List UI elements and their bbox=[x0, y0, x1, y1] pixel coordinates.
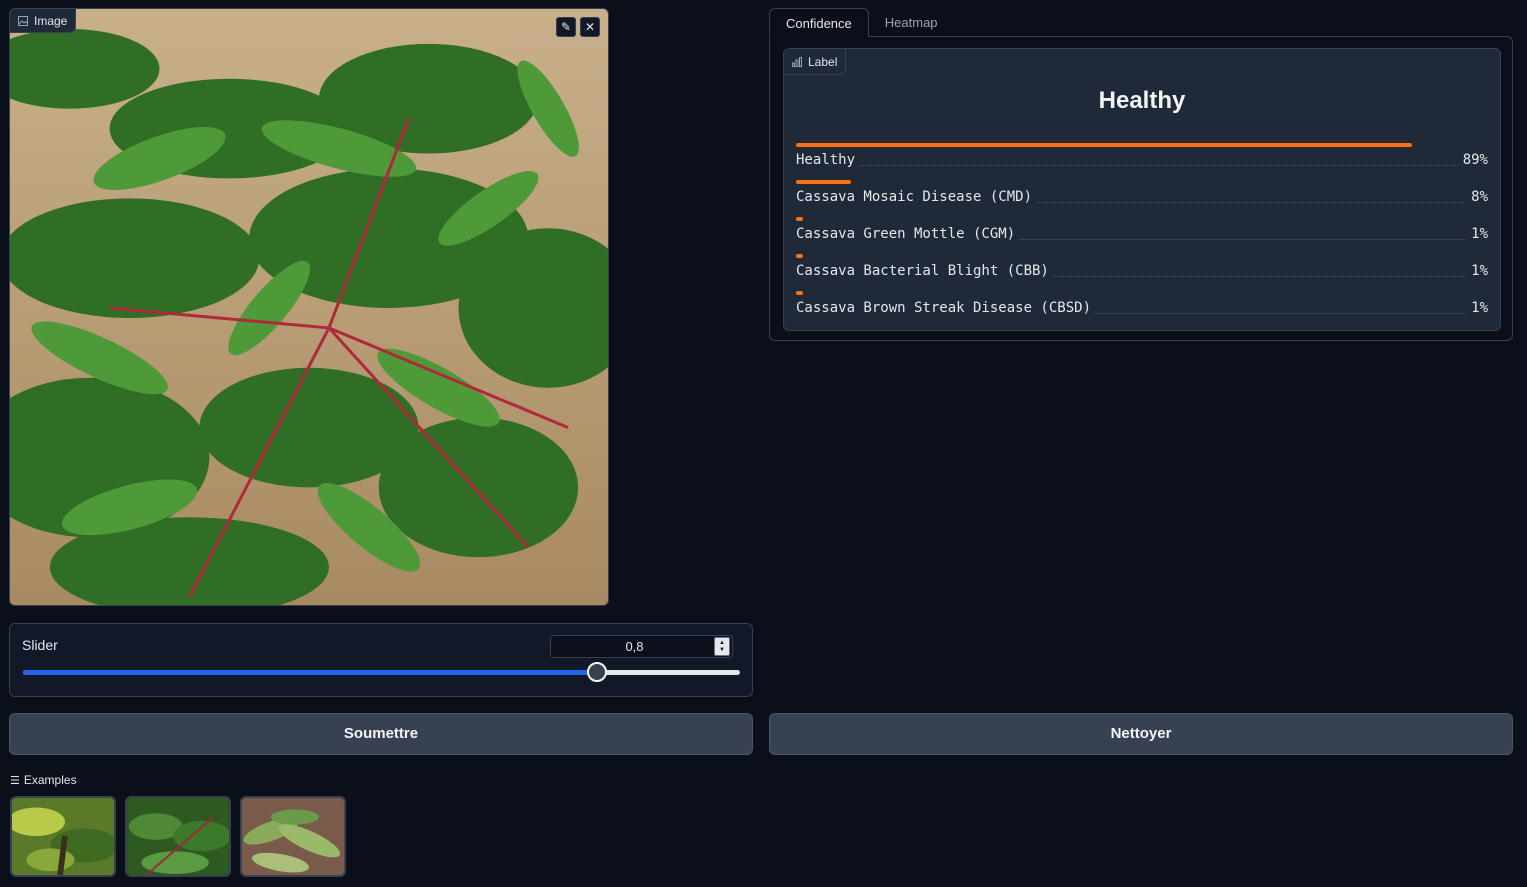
example-image-2 bbox=[127, 798, 229, 875]
tab-confidence[interactable]: Confidence bbox=[769, 8, 869, 37]
confidence-label: Cassava Mosaic Disease (CMD) bbox=[796, 189, 1037, 205]
slider-number-input[interactable]: 0,8 bbox=[550, 635, 733, 658]
confidence-bar bbox=[796, 180, 851, 184]
confidence-value: 89% bbox=[1458, 152, 1488, 168]
spin-down-icon[interactable]: ▼ bbox=[719, 647, 725, 654]
confidence-bar bbox=[796, 254, 803, 258]
confidence-label: Healthy bbox=[796, 152, 860, 168]
image-input-panel[interactable]: Image ✎ ✕ bbox=[9, 8, 609, 606]
example-thumbnail-3[interactable] bbox=[240, 796, 346, 877]
slider-fill bbox=[23, 670, 597, 675]
uploaded-plant-image bbox=[10, 9, 608, 605]
confidence-row[interactable]: Healthy 89% bbox=[796, 143, 1488, 180]
confidence-bar bbox=[796, 291, 803, 295]
example-thumbnail-2[interactable] bbox=[125, 796, 231, 877]
example-image-3 bbox=[242, 798, 344, 875]
number-spinner[interactable]: ▲ ▼ bbox=[714, 637, 730, 656]
examples-label: Examples bbox=[23, 773, 77, 787]
confidence-tab-panel: Label Healthy Healthy 89% Cassava Mosaic… bbox=[769, 36, 1513, 341]
spin-up-icon[interactable]: ▲ bbox=[719, 640, 725, 647]
slider-track[interactable] bbox=[23, 670, 740, 675]
list-icon: ☰ bbox=[10, 774, 20, 787]
image-label-text: Image bbox=[34, 13, 68, 28]
close-icon[interactable]: ✕ bbox=[580, 17, 600, 37]
confidence-row[interactable]: Cassava Green Mottle (CGM) 1% bbox=[796, 217, 1488, 254]
label-badge: Label bbox=[784, 49, 847, 75]
example-thumbnail-1[interactable] bbox=[10, 796, 116, 877]
bar-chart-icon bbox=[792, 56, 802, 67]
example-image-1 bbox=[12, 798, 114, 875]
prediction-title: Healthy bbox=[1098, 87, 1186, 114]
edit-icon[interactable]: ✎ bbox=[556, 17, 576, 37]
slider-thumb[interactable] bbox=[587, 662, 607, 682]
examples-header: ☰ Examples bbox=[10, 773, 77, 787]
submit-button[interactable]: Soumettre bbox=[9, 713, 753, 755]
confidence-value: 8% bbox=[1467, 189, 1488, 205]
confidence-label: Cassava Bacterial Blight (CBB) bbox=[796, 263, 1053, 279]
label-badge-text: Label bbox=[808, 54, 838, 69]
image-icon bbox=[18, 15, 28, 26]
confidence-bar bbox=[796, 143, 1412, 147]
tab-heatmap[interactable]: Heatmap bbox=[869, 8, 954, 37]
confidence-bar bbox=[796, 217, 803, 221]
dotted-leader bbox=[796, 165, 1488, 166]
confidence-row[interactable]: Cassava Mosaic Disease (CMD) 8% bbox=[796, 180, 1488, 217]
confidence-value: 1% bbox=[1467, 226, 1488, 242]
confidence-row[interactable]: Cassava Bacterial Blight (CBB) 1% bbox=[796, 254, 1488, 291]
confidence-label: Cassava Brown Streak Disease (CBSD) bbox=[796, 300, 1096, 316]
image-label-badge: Image bbox=[10, 9, 77, 33]
confidence-row[interactable]: Cassava Brown Streak Disease (CBSD) 1% bbox=[796, 291, 1488, 328]
confidence-value: 1% bbox=[1467, 300, 1488, 316]
confidence-label: Cassava Green Mottle (CGM) bbox=[796, 226, 1020, 242]
confidence-value: 1% bbox=[1467, 263, 1488, 279]
slider-block: Slider 0,8 ▲ ▼ bbox=[9, 623, 753, 697]
label-output: Label Healthy Healthy 89% Cassava Mosaic… bbox=[783, 48, 1501, 331]
clear-button[interactable]: Nettoyer bbox=[769, 713, 1513, 755]
output-tabs: Confidence Heatmap bbox=[769, 8, 954, 37]
slider-label: Slider bbox=[22, 637, 58, 653]
